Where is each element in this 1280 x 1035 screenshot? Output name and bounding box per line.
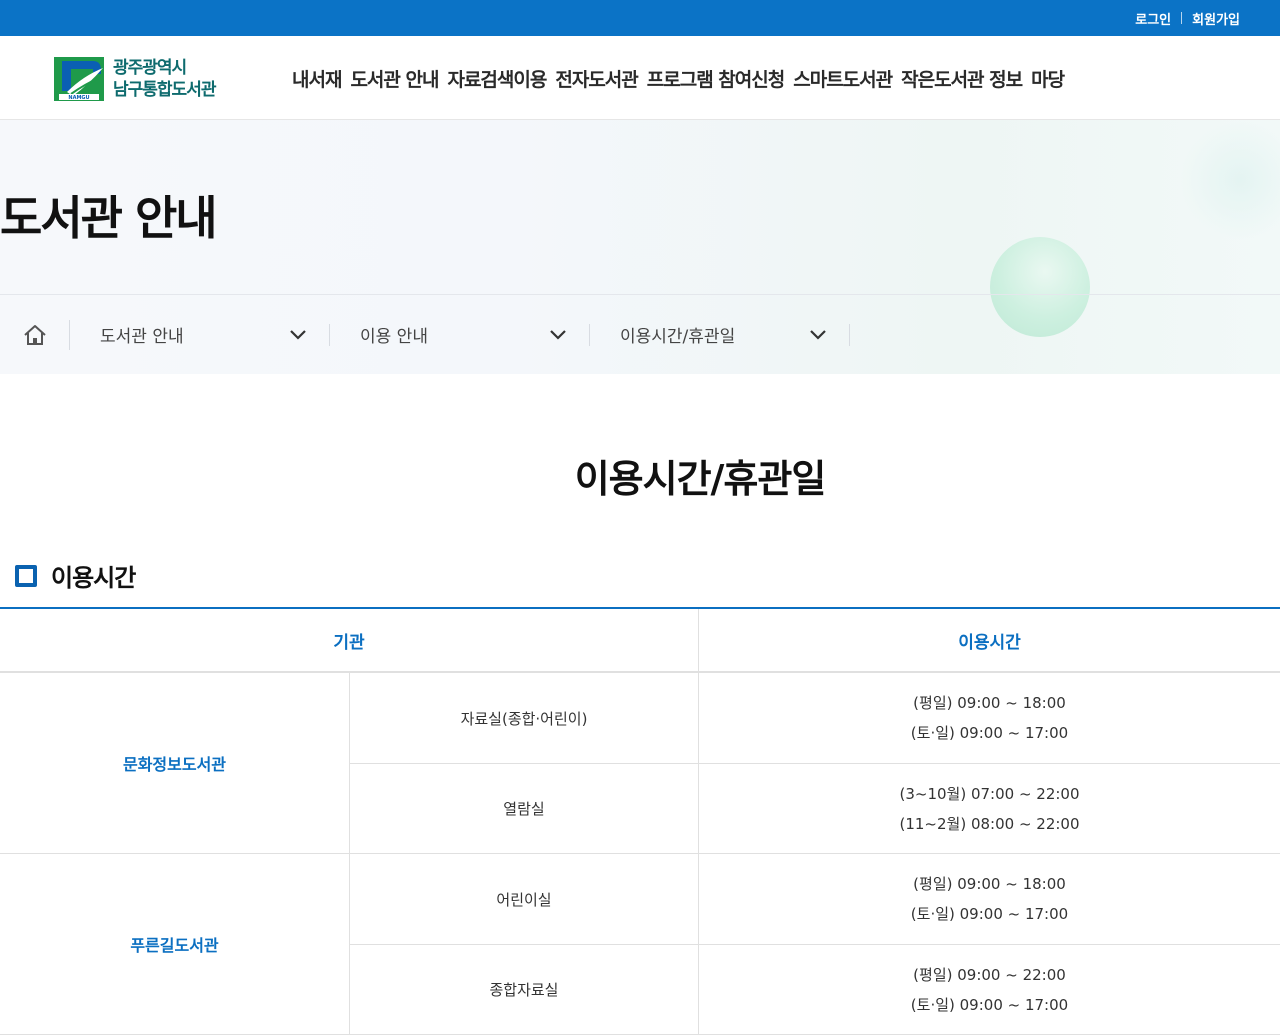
table-header: 기관 이용시간 [0,609,1280,673]
nav-forum[interactable]: 마당 [1031,65,1065,92]
table-group: 문화정보도서관 자료실(종합·어린이) (평일) 09:00 ~ 18:00 (… [0,673,1280,854]
room-name: 종합자료실 [350,945,699,1034]
hours-cell: (평일) 09:00 ~ 18:00 (토·일) 09:00 ~ 17:00 [699,854,1280,944]
nav-my-shelf[interactable]: 내서재 [292,65,342,92]
page-heading: 도서관 안내 [0,191,218,245]
square-bullet-icon [15,564,37,587]
sub-visual-banner: 도서관 안내 도서관 안내 이용 안내 이용시간/휴관일 [0,120,1280,374]
chevron-down-icon [290,329,306,340]
hours-line: (평일) 09:00 ~ 22:00 [913,965,1066,984]
institution-name: 푸른길도서관 [0,854,350,1034]
nav-library-guide[interactable]: 도서관 안내 [350,65,439,92]
breadcrumb-level2-label: 이용 안내 [360,327,428,347]
hours-cell: (평일) 09:00 ~ 22:00 (토·일) 09:00 ~ 17:00 [699,945,1280,1034]
room-name: 자료실(종합·어린이) [350,673,699,763]
hours-line: (토·일) 09:00 ~ 17:00 [910,724,1069,742]
chevron-down-icon [550,329,566,340]
library-logo-icon: NAMGU [53,56,105,102]
home-icon [23,324,46,345]
login-link[interactable]: 로그인 [1135,9,1171,28]
section-title-text: 이용시간 [51,564,136,592]
section-title: 이용시간 [15,558,136,593]
signup-link[interactable]: 회원가입 [1192,9,1240,28]
nav-smart-library[interactable]: 스마트도서관 [793,65,893,92]
top-utility-bar: 로그인 회원가입 [0,0,1280,36]
hours-line: (평일) 09:00 ~ 18:00 [913,875,1066,893]
breadcrumb: 도서관 안내 이용 안내 이용시간/휴관일 [0,295,1280,374]
hours-table: 기관 이용시간 문화정보도서관 자료실(종합·어린이) (평일) 09:00 ~… [0,607,1280,1035]
nav-small-library[interactable]: 작은도서관 정보 [901,65,1023,92]
table-row: 종합자료실 (평일) 09:00 ~ 22:00 (토·일) 09:00 ~ 1… [350,944,1280,1034]
breadcrumb-level3[interactable]: 이용시간/휴관일 [590,323,850,347]
site-header: NAMGU 광주광역시 남구통합도서관 내서재 도서관 안내 자료검색이용 전자… [0,36,1280,120]
hours-line: (3~10월) 07:00 ~ 22:00 [899,784,1080,803]
header-hours: 이용시간 [958,632,1021,653]
utility-divider [1181,12,1183,24]
breadcrumb-level3-label: 이용시간/휴관일 [620,327,736,347]
table-group: 푸른길도서관 어린이실 (평일) 09:00 ~ 18:00 (토·일) 09:… [0,854,1280,1035]
content-title: 이용시간/휴관일 [574,457,827,501]
logo-text: 광주광역시 남구통합도서관 [113,57,216,101]
hours-line: (토·일) 09:00 ~ 17:00 [910,995,1069,1014]
logo-line2: 남구통합도서관 [113,80,216,100]
table-row: 자료실(종합·어린이) (평일) 09:00 ~ 18:00 (토·일) 09:… [350,673,1280,763]
breadcrumb-level2[interactable]: 이용 안내 [330,323,590,347]
hours-line: (토·일) 09:00 ~ 17:00 [910,905,1069,923]
breadcrumb-level1[interactable]: 도서관 안내 [70,323,330,347]
utility-links: 로그인 회원가입 [1135,0,1240,36]
header-institution: 기관 [0,609,699,671]
site-logo[interactable]: NAMGU 광주광역시 남구통합도서관 [53,54,253,104]
breadcrumb-home[interactable] [0,319,70,350]
logo-mark-sub: NAMGU [68,95,89,101]
main-navigation: 내서재 도서관 안내 자료검색이용 전자도서관 프로그램 참여신청 스마트도서관… [292,36,1073,120]
table-row: 어린이실 (평일) 09:00 ~ 18:00 (토·일) 09:00 ~ 17… [350,854,1280,944]
table-row: 열람실 (3~10월) 07:00 ~ 22:00 (11~2월) 08:00 … [350,763,1280,853]
logo-line1: 광주광역시 [113,58,187,78]
chevron-down-icon [810,329,826,340]
room-name: 열람실 [350,764,699,853]
institution-name: 문화정보도서관 [0,673,350,853]
hours-cell: (평일) 09:00 ~ 18:00 (토·일) 09:00 ~ 17:00 [699,673,1280,763]
hours-line: (평일) 09:00 ~ 18:00 [913,694,1066,712]
breadcrumb-level1-label: 도서관 안내 [100,327,184,347]
hours-line: (11~2월) 08:00 ~ 22:00 [899,814,1080,833]
hours-cell: (3~10월) 07:00 ~ 22:00 (11~2월) 08:00 ~ 22… [699,764,1280,853]
decorative-glow [1180,120,1280,240]
nav-search[interactable]: 자료검색이용 [447,65,547,92]
nav-programs[interactable]: 프로그램 참여신청 [647,65,785,92]
room-name: 어린이실 [350,854,699,944]
nav-e-library[interactable]: 전자도서관 [555,65,638,92]
